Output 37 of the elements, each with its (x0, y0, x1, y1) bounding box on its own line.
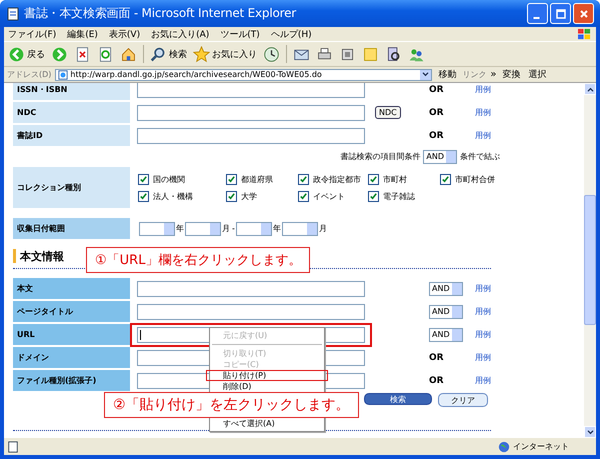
date-unit: 年 (176, 223, 184, 234)
field-label: NDC (13, 102, 130, 123)
operator-label: OR (429, 376, 444, 386)
zone-label: インターネット (513, 441, 570, 452)
checkbox-label: 大学 (241, 190, 257, 202)
condition-label: 書誌検索の項目間条件 (340, 151, 420, 162)
condition-label: 条件で結ぶ (460, 151, 500, 162)
checkbox-label: 法人・機構 (153, 190, 193, 202)
instruction-callout: ②「貼り付け」を左クリックします。 (104, 392, 359, 418)
window-title: 書誌・本文検索画面 - Microsoft Internet Explorer (24, 5, 298, 22)
field-label: 書誌ID (13, 125, 130, 146)
checkbox-label: 市町村 (383, 174, 407, 184)
field-label: 収集日付範囲 (13, 218, 130, 239)
operator-label: OR (429, 352, 444, 362)
date-unit: 年 (272, 223, 281, 234)
field-label: 本文 (13, 278, 130, 299)
checkbox-label: 国の機関 (153, 174, 185, 184)
operator-label: OR (429, 130, 444, 140)
field-label: ISSN・ISBN (13, 83, 130, 100)
checkbox-label: 政令指定都市 (313, 174, 361, 184)
field-label: ページタイトル (13, 301, 130, 322)
date-unit: 月 (222, 223, 230, 234)
date-unit: 月 (318, 223, 327, 234)
date-separator: - (232, 224, 235, 233)
checkbox-label: 市町村合併 (455, 174, 495, 184)
operator-label: OR (429, 108, 444, 118)
field-label: ファイル種別(拡張子) (13, 370, 130, 391)
operator-label: OR (429, 84, 444, 94)
checkbox-label: イベント (313, 190, 345, 202)
checkbox-label: 電子雑誌 (383, 190, 415, 202)
field-label: URL (13, 324, 130, 345)
address-label: アドレス(D) (7, 69, 52, 80)
section-title: 本文情報 (20, 248, 64, 264)
field-label: ドメイン (13, 347, 130, 368)
field-label: コレクション種別 (13, 167, 130, 208)
checkbox-label: 都道府県 (241, 174, 273, 184)
instruction-callout: ①「URL」欄を右クリックします。 (86, 247, 310, 273)
